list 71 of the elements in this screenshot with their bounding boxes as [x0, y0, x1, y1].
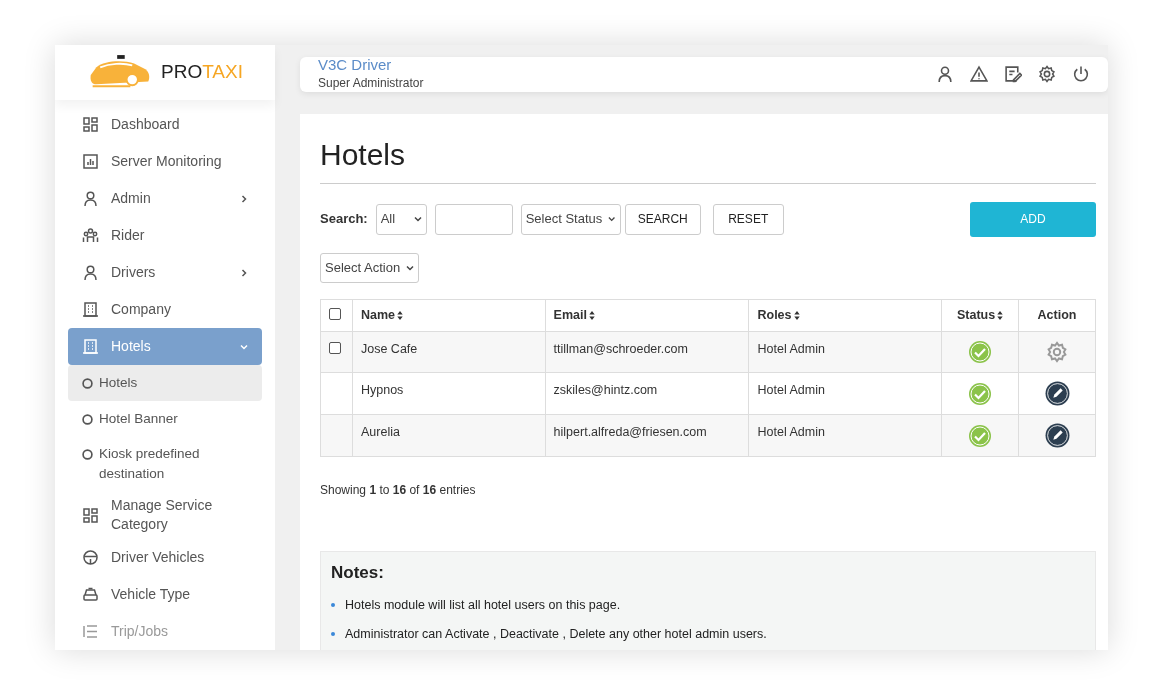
- table-cell: Jose Cafe: [361, 342, 418, 357]
- sort-icon[interactable]: [793, 310, 800, 320]
- sidebar-item[interactable]: Drivers: [68, 254, 262, 292]
- grid-icon: [82, 116, 99, 134]
- submenu-item[interactable]: Kiosk predefined destination: [68, 436, 262, 492]
- settings-icon[interactable]: [1038, 65, 1056, 84]
- chevron-down-icon: [413, 215, 422, 223]
- bullet-icon: [331, 603, 335, 608]
- user-icon: [82, 190, 99, 208]
- table-cell: Aurelia: [361, 425, 400, 440]
- status-dropdown[interactable]: Select Status: [520, 203, 621, 235]
- sort-icon[interactable]: [997, 310, 1004, 320]
- checkbox[interactable]: [329, 307, 341, 320]
- people-icon: [82, 227, 99, 245]
- grid-icon: [82, 506, 99, 524]
- user-role: Super Administrator: [318, 74, 425, 92]
- sort-icon[interactable]: [588, 310, 595, 320]
- submenu-item[interactable]: Hotel Banner: [68, 400, 262, 437]
- circle-icon: [82, 449, 93, 461]
- warning-icon[interactable]: [970, 65, 988, 84]
- circle-icon: [82, 378, 93, 390]
- column-header[interactable]: Name: [361, 307, 396, 322]
- table-cell: Hotel Admin: [757, 425, 825, 440]
- user-icon[interactable]: [936, 65, 954, 84]
- building-icon: [82, 338, 99, 356]
- search-label: Search:: [320, 210, 368, 229]
- type-dropdown[interactable]: All: [375, 203, 427, 235]
- chevron-down-icon: [608, 215, 616, 223]
- sidebar-item[interactable]: Admin: [68, 180, 262, 218]
- sidebar-item[interactable]: Driver Vehicles: [68, 539, 262, 576]
- column-header[interactable]: Roles: [757, 307, 792, 322]
- edit-icon[interactable]: [1004, 65, 1022, 84]
- steering-wheel-icon: [82, 549, 99, 566]
- table-cell: Hypnos: [361, 383, 404, 398]
- table-cell: hilpert.alfreda@friesen.com: [553, 425, 707, 440]
- brand-name: PROTAXI: [161, 60, 243, 85]
- list-icon: [82, 623, 99, 640]
- power-icon[interactable]: [1072, 65, 1090, 84]
- edit-icon[interactable]: [1044, 381, 1070, 407]
- sidebar-item[interactable]: Rider: [68, 217, 262, 255]
- reset-button[interactable]: RESET: [712, 203, 784, 235]
- bullet-icon: [331, 631, 335, 636]
- search-button[interactable]: SEARCH: [624, 203, 701, 235]
- sort-icon[interactable]: [397, 310, 404, 320]
- notes-title: Notes:: [331, 562, 385, 585]
- user-icon: [82, 264, 99, 282]
- car-icon: [82, 586, 99, 603]
- sidebar-item[interactable]: Vehicle Type: [68, 576, 262, 613]
- action-dropdown[interactable]: Select Action: [320, 252, 420, 283]
- table-cell: Hotel Admin: [757, 383, 825, 398]
- circle-icon: [82, 413, 93, 425]
- column-header[interactable]: Email: [553, 307, 587, 322]
- sidebar-item[interactable]: Dashboard: [68, 106, 262, 144]
- sidebar-item[interactable]: Server Monitoring: [68, 143, 262, 181]
- chevron-down-icon: [406, 263, 415, 272]
- table-cell: Hotel Admin: [757, 342, 825, 357]
- note-text: Hotels module will list all hotel users on this page.: [345, 596, 621, 614]
- checkbox[interactable]: [329, 342, 341, 355]
- edit-icon[interactable]: [1044, 423, 1070, 449]
- page-title: Hotels: [320, 131, 1096, 184]
- sidebar-item[interactable]: Manage Service Category: [68, 491, 262, 539]
- search-field[interactable]: [434, 203, 513, 235]
- user-name: V3C Driver: [318, 57, 393, 74]
- submenu-item[interactable]: Hotels: [68, 365, 262, 401]
- entries-summary: Showing 1 to 16 of 16 entries: [320, 482, 477, 500]
- table-cell: ttillman@schroeder.com: [553, 342, 688, 357]
- table-cell: zskiles@hintz.com: [553, 383, 658, 398]
- sidebar-item[interactable]: Company: [68, 291, 262, 329]
- building-icon: [82, 301, 99, 319]
- chart-icon: [82, 153, 99, 171]
- note-text: Administrator can Activate , Deactivate , Delete any other hotel admin users.: [345, 625, 767, 643]
